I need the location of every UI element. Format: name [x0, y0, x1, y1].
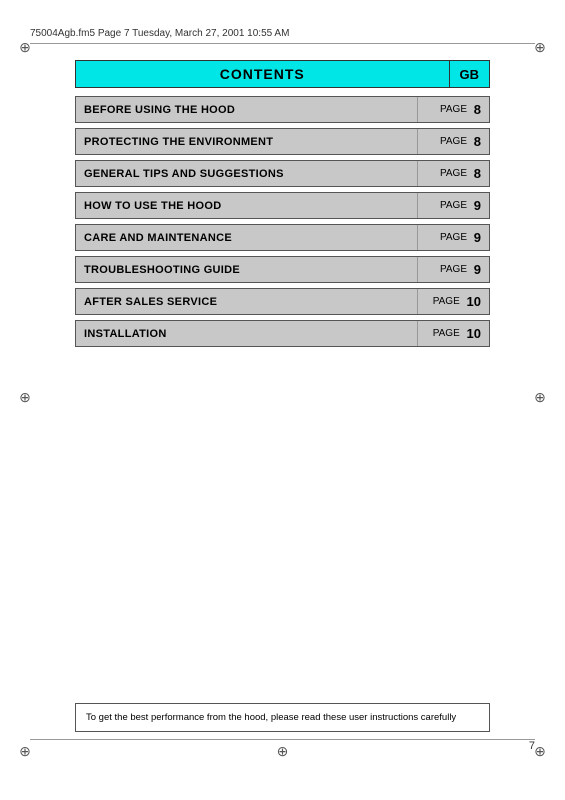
content-area: CONTENTS GB BEFORE USING THE HOOD PAGE 8… [75, 60, 490, 352]
page-num-troubleshooting: 9 [474, 262, 481, 277]
contents-header: CONTENTS GB [75, 60, 490, 88]
page-word-troubleshooting: PAGE [440, 264, 470, 275]
page-word-care-maintenance: PAGE [440, 232, 470, 243]
cross-mark-tl: ⊕ [18, 40, 32, 54]
contents-gb: GB [449, 60, 491, 88]
toc-page-how-to-use: PAGE 9 [417, 193, 489, 218]
toc-page-general-tips: PAGE 8 [417, 161, 489, 186]
toc-page-protecting-env: PAGE 8 [417, 129, 489, 154]
toc-label-general-tips: GENERAL TIPS AND SUGGESTIONS [76, 161, 417, 186]
page-word-protecting-env: PAGE [440, 136, 470, 147]
page-num-after-sales: 10 [467, 294, 481, 309]
toc-label-installation: INSTALLATION [76, 321, 417, 346]
toc-label-how-to-use: HOW TO USE THE HOOD [76, 193, 417, 218]
page-word-after-sales: PAGE [433, 296, 463, 307]
toc-row-installation: INSTALLATION PAGE 10 [75, 320, 490, 347]
page: 75004Agb.fm5 Page 7 Tuesday, March 27, 2… [0, 0, 565, 800]
toc-row-how-to-use: HOW TO USE THE HOOD PAGE 9 [75, 192, 490, 219]
page-word-how-to-use: PAGE [440, 200, 470, 211]
toc-row-before-using: BEFORE USING THE HOOD PAGE 8 [75, 96, 490, 123]
toc-label-care-maintenance: CARE AND MAINTENANCE [76, 225, 417, 250]
page-word-installation: PAGE [433, 328, 463, 339]
toc-label-before-using: BEFORE USING THE HOOD [76, 97, 417, 122]
toc-page-before-using: PAGE 8 [417, 97, 489, 122]
page-num-before-using: 8 [474, 102, 481, 117]
toc-row-troubleshooting: TROUBLESHOOTING GUIDE PAGE 9 [75, 256, 490, 283]
toc-page-troubleshooting: PAGE 9 [417, 257, 489, 282]
file-info: 75004Agb.fm5 Page 7 Tuesday, March 27, 2… [30, 28, 289, 39]
toc-row-general-tips: GENERAL TIPS AND SUGGESTIONS PAGE 8 [75, 160, 490, 187]
cross-mark-br: ⊕ [533, 744, 547, 758]
toc-row-after-sales: AFTER SALES SERVICE PAGE 10 [75, 288, 490, 315]
cross-mark-bl: ⊕ [18, 744, 32, 758]
toc-table: BEFORE USING THE HOOD PAGE 8 PROTECTING … [75, 96, 490, 347]
cross-mark-bm: ⊕ [276, 744, 290, 758]
page-num-care-maintenance: 9 [474, 230, 481, 245]
page-word-general-tips: PAGE [440, 168, 470, 179]
cross-mark-mr: ⊕ [533, 390, 547, 404]
toc-label-after-sales: AFTER SALES SERVICE [76, 289, 417, 314]
footer-note: To get the best performance from the hoo… [75, 703, 490, 732]
contents-title: CONTENTS [75, 60, 449, 88]
toc-page-after-sales: PAGE 10 [417, 289, 489, 314]
page-number: 7 [529, 740, 535, 752]
footer-line [30, 739, 535, 740]
page-num-how-to-use: 9 [474, 198, 481, 213]
toc-row-care-maintenance: CARE AND MAINTENANCE PAGE 9 [75, 224, 490, 251]
toc-label-protecting-env: PROTECTING THE ENVIRONMENT [76, 129, 417, 154]
cross-mark-ml: ⊕ [18, 390, 32, 404]
toc-row-protecting-env: PROTECTING THE ENVIRONMENT PAGE 8 [75, 128, 490, 155]
page-word-before-using: PAGE [440, 104, 470, 115]
header-bar: 75004Agb.fm5 Page 7 Tuesday, March 27, 2… [30, 28, 535, 44]
page-num-protecting-env: 8 [474, 134, 481, 149]
toc-label-troubleshooting: TROUBLESHOOTING GUIDE [76, 257, 417, 282]
page-num-general-tips: 8 [474, 166, 481, 181]
toc-page-installation: PAGE 10 [417, 321, 489, 346]
cross-mark-tr: ⊕ [533, 40, 547, 54]
page-num-installation: 10 [467, 326, 481, 341]
toc-page-care-maintenance: PAGE 9 [417, 225, 489, 250]
